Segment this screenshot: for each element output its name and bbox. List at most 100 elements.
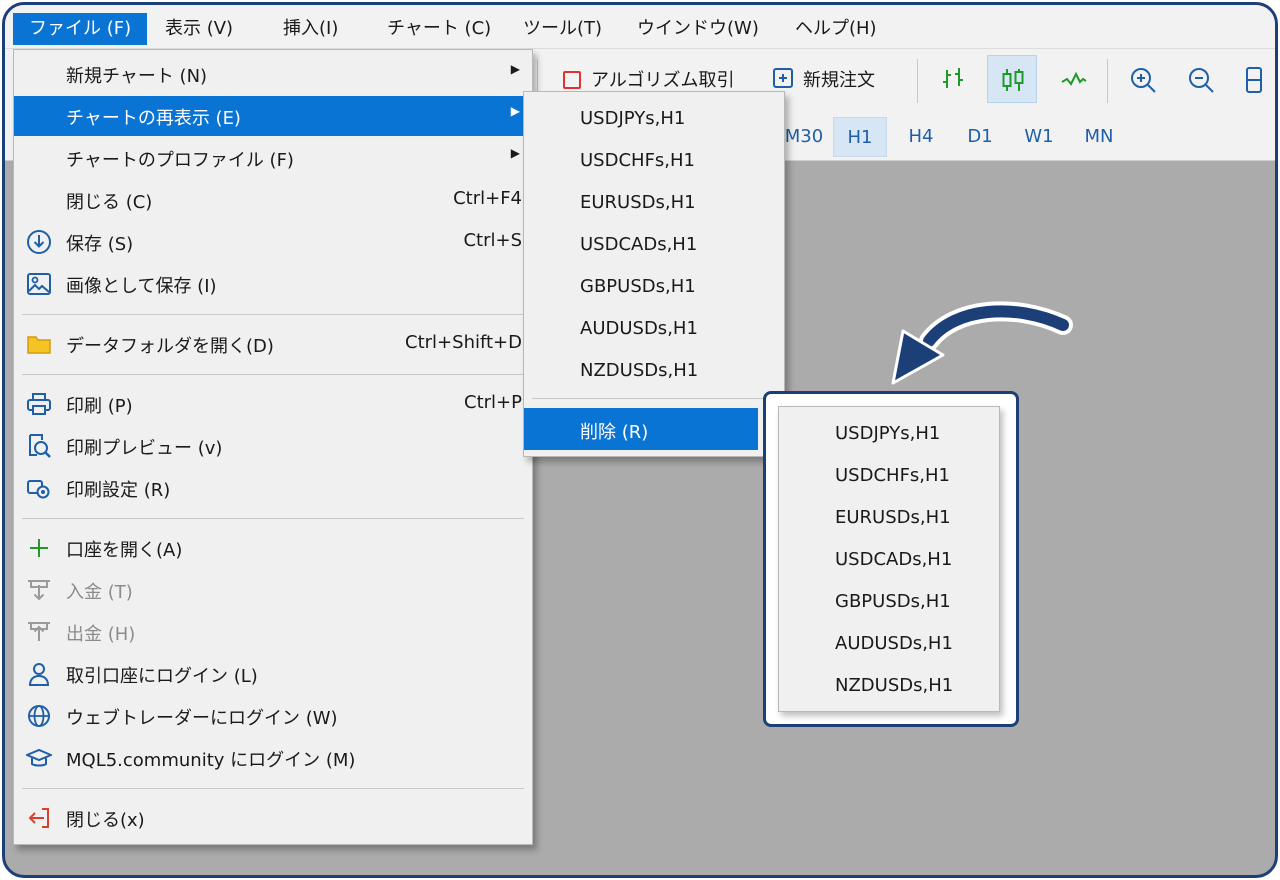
menu-item-new-chart[interactable]: 新規チャート (N) ▶ bbox=[14, 54, 532, 94]
submenu-item-chart[interactable]: USDCHFs,H1 bbox=[524, 140, 784, 182]
submenu-item-chart[interactable]: EURUSDs,H1 bbox=[524, 182, 784, 224]
submenu-item-label: AUDUSDs,H1 bbox=[835, 633, 953, 654]
menu-separator bbox=[22, 788, 524, 789]
delete-submenu-item[interactable]: USDCHFs,H1 bbox=[779, 453, 999, 495]
delete-submenu-item[interactable]: NZDUSDs,H1 bbox=[779, 663, 999, 705]
timeframe-w1[interactable]: W1 bbox=[1013, 117, 1065, 157]
menu-item-login-webtrader[interactable]: ウェブトレーダーにログイン (W) bbox=[14, 696, 532, 736]
menu-item-open-data-folder[interactable]: データフォルダを開く(D) Ctrl+Shift+D bbox=[14, 324, 532, 364]
menu-item-login-mql5[interactable]: MQL5.community にログイン (M) bbox=[14, 738, 532, 778]
menu-item-exit[interactable]: 閉じる(x) bbox=[14, 798, 532, 838]
candlestick-icon bbox=[1002, 69, 1024, 91]
menu-shortcut: Ctrl+S bbox=[463, 230, 522, 251]
zoom-in-button[interactable] bbox=[1117, 55, 1167, 103]
new-order-label: 新規注文 bbox=[803, 70, 875, 91]
menu-item-deposit[interactable]: 入金 (T) bbox=[14, 570, 532, 610]
menu-item-label: 新規チャート (N) bbox=[66, 66, 208, 87]
menu-item-label: 閉じる(x) bbox=[66, 810, 145, 831]
menu-insert[interactable]: 挿入(I) bbox=[267, 13, 354, 45]
menu-item-label: データフォルダを開く(D) bbox=[66, 336, 274, 357]
delete-submenu-item[interactable]: USDCADs,H1 bbox=[779, 537, 999, 579]
line-chart-button[interactable] bbox=[1049, 55, 1099, 103]
toolbar-separator bbox=[1107, 59, 1108, 103]
submenu-item-label: GBPUSDs,H1 bbox=[580, 276, 696, 297]
menu-file[interactable]: ファイル (F) bbox=[13, 13, 148, 45]
menu-item-label: 取引口座にログイン (L) bbox=[66, 666, 258, 687]
zoom-in-icon bbox=[1131, 68, 1156, 93]
tile-windows-button[interactable] bbox=[1229, 55, 1275, 103]
submenu-item-chart[interactable]: AUDUSDs,H1 bbox=[524, 308, 784, 350]
globe-icon bbox=[28, 705, 50, 727]
delete-submenu-item[interactable]: EURUSDs,H1 bbox=[779, 495, 999, 537]
menu-item-login-account[interactable]: 取引口座にログイン (L) bbox=[14, 654, 532, 694]
candlestick-button[interactable] bbox=[987, 55, 1037, 103]
timeframe-m30[interactable]: M30 bbox=[779, 117, 829, 157]
reopen-chart-submenu: USDJPYs,H1 USDCHFs,H1 EURUSDs,H1 USDCADs… bbox=[523, 91, 785, 457]
submenu-item-chart[interactable]: GBPUSDs,H1 bbox=[524, 266, 784, 308]
menu-item-label: チャートの再表示 (E) bbox=[66, 108, 241, 129]
menu-item-reopen-chart[interactable]: チャートの再表示 (E) ▶ bbox=[14, 96, 532, 136]
line-chart-icon bbox=[1061, 71, 1087, 86]
menu-view[interactable]: 表示 (V) bbox=[149, 13, 249, 45]
menu-tools[interactable]: ツール(T) bbox=[507, 13, 618, 45]
menu-item-label: 画像として保存 (I) bbox=[66, 276, 217, 297]
zoom-out-button[interactable] bbox=[1175, 55, 1225, 103]
timeframe-d1[interactable]: D1 bbox=[955, 117, 1005, 157]
menu-item-label: MQL5.community にログイン (M) bbox=[66, 750, 356, 771]
curved-arrow-icon bbox=[891, 301, 1073, 385]
new-order-button[interactable]: 新規注文 bbox=[771, 65, 875, 97]
timeframe-h1[interactable]: H1 bbox=[833, 117, 887, 157]
submenu-item-label: USDJPYs,H1 bbox=[835, 423, 941, 444]
submenu-item-label: USDCHFs,H1 bbox=[835, 465, 951, 486]
menu-shortcut: Ctrl+F4 bbox=[453, 188, 522, 209]
menu-item-save[interactable]: 保存 (S) Ctrl+S bbox=[14, 222, 532, 262]
submenu-item-label: NZDUSDs,H1 bbox=[580, 360, 699, 381]
menu-item-label: 保存 (S) bbox=[66, 234, 134, 255]
submenu-item-label: EURUSDs,H1 bbox=[835, 507, 951, 528]
menu-item-print-preview[interactable]: 印刷プレビュー (v) bbox=[14, 426, 532, 466]
submenu-item-label: USDCADs,H1 bbox=[835, 549, 953, 570]
submenu-item-chart[interactable]: NZDUSDs,H1 bbox=[524, 350, 784, 392]
deposit-icon bbox=[28, 580, 50, 601]
exit-icon bbox=[28, 808, 49, 828]
graduation-cap-icon bbox=[26, 748, 52, 767]
menu-help[interactable]: ヘルプ(H) bbox=[779, 13, 893, 45]
menu-item-open-account[interactable]: 口座を開く(A) bbox=[14, 528, 532, 568]
menu-item-print-settings[interactable]: 印刷設定 (R) bbox=[14, 468, 532, 508]
zoom-out-icon bbox=[1189, 68, 1214, 93]
image-icon bbox=[27, 273, 51, 295]
menu-item-save-image[interactable]: 画像として保存 (I) bbox=[14, 264, 532, 304]
file-menu: 新規チャート (N) ▶ チャートの再表示 (E) ▶ チャートのプロファイル … bbox=[13, 49, 533, 845]
menu-window[interactable]: ウインドウ(W) bbox=[621, 13, 775, 45]
menu-chart[interactable]: チャート (C) bbox=[371, 13, 507, 45]
submenu-item-label: USDCADs,H1 bbox=[580, 234, 698, 255]
timeframe-mn[interactable]: MN bbox=[1071, 117, 1127, 157]
delete-submenu-item[interactable]: AUDUSDs,H1 bbox=[779, 621, 999, 663]
delete-chart-submenu: USDJPYs,H1 USDCHFs,H1 EURUSDs,H1 USDCADs… bbox=[778, 406, 1000, 712]
menu-item-print[interactable]: 印刷 (P) Ctrl+P bbox=[14, 384, 532, 424]
chevron-right-icon: ▶ bbox=[510, 62, 520, 76]
submenu-item-label: EURUSDs,H1 bbox=[580, 192, 696, 213]
menu-item-withdraw[interactable]: 出金 (H) bbox=[14, 612, 532, 652]
menu-item-close-chart[interactable]: 閉じる (C) Ctrl+F4 bbox=[14, 180, 532, 220]
chevron-right-icon: ▶ bbox=[510, 146, 520, 160]
plus-icon bbox=[30, 539, 48, 557]
stop-square-icon bbox=[563, 71, 581, 89]
menu-item-label: ウェブトレーダーにログイン (W) bbox=[66, 708, 338, 729]
submenu-item-chart[interactable]: USDJPYs,H1 bbox=[524, 98, 784, 140]
delete-submenu-item[interactable]: USDJPYs,H1 bbox=[779, 411, 999, 453]
menu-item-chart-profile[interactable]: チャートのプロファイル (F) ▶ bbox=[14, 138, 532, 178]
submenu-item-chart[interactable]: USDCADs,H1 bbox=[524, 224, 784, 266]
save-icon bbox=[27, 230, 51, 254]
submenu-item-delete[interactable]: 削除 (R) bbox=[524, 408, 758, 450]
print-preview-icon bbox=[29, 434, 51, 458]
delete-submenu-item[interactable]: GBPUSDs,H1 bbox=[779, 579, 999, 621]
bar-chart-button[interactable] bbox=[929, 55, 979, 103]
menu-item-label: 閉じる (C) bbox=[66, 192, 153, 213]
timeframe-h4[interactable]: H4 bbox=[895, 117, 947, 157]
toolbar-separator bbox=[917, 59, 918, 103]
menu-shortcut: Ctrl+P bbox=[464, 392, 522, 413]
menu-item-label: チャートのプロファイル (F) bbox=[66, 150, 294, 171]
submenu-item-label: AUDUSDs,H1 bbox=[580, 318, 698, 339]
submenu-item-label: 削除 (R) bbox=[580, 422, 649, 443]
